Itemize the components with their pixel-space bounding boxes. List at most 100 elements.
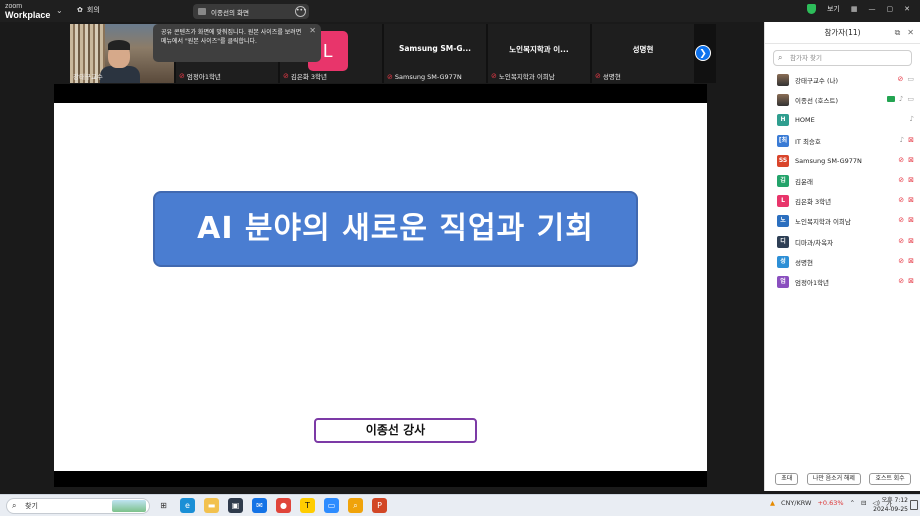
camera-off-icon[interactable]: ⊠ <box>908 216 914 224</box>
avatar: 성 <box>777 255 789 268</box>
powerpoint-icon[interactable]: P <box>372 498 387 513</box>
security-shield-icon[interactable] <box>806 4 816 14</box>
camera-off-icon[interactable]: ⊠ <box>908 156 914 164</box>
meeting-label: 회의 <box>86 6 100 14</box>
participant-list-item[interactable]: SS Samsung SM-G977N ⊘ ⊠ <box>765 151 920 171</box>
participant-name: 김은화 3학년 <box>795 198 832 207</box>
mic-icon[interactable]: ♪ <box>910 115 914 123</box>
close-icon[interactable]: ✕ <box>907 22 914 44</box>
zoom-logo: zoom Workplace <box>5 2 50 20</box>
mail-icon[interactable]: ✉ <box>252 498 267 513</box>
participant-tile[interactable]: 노인복지학과 이... ⊘ 노인복지학과 이희남 <box>488 24 590 83</box>
edge-icon[interactable]: e <box>180 498 195 513</box>
panel-footer: 초대 나만 음소거 해제 호스트 회수 <box>765 473 920 485</box>
maximize-button[interactable]: ▢ <box>887 5 894 13</box>
system-clock[interactable]: 오후 7:12 2024-09-25 <box>873 496 908 514</box>
logo-bottom-text: Workplace <box>5 10 51 20</box>
more-options-icon[interactable]: ••• <box>295 6 307 17</box>
taskbar-search[interactable]: ⌕ 찾기 <box>6 498 150 514</box>
invite-button[interactable]: 초대 <box>775 473 799 485</box>
mic-icon[interactable]: ♪ <box>899 95 903 103</box>
participant-list-item[interactable]: 이종선 (호스트) ♪ ▭ <box>765 90 920 110</box>
close-icon[interactable]: ✕ <box>309 26 316 35</box>
participant-list-item[interactable]: 엄 엄정아1학년 ⊘ ⊠ <box>765 272 920 292</box>
mic-muted-icon: ⊘ <box>595 72 601 80</box>
person-hair <box>108 40 130 50</box>
screen-share-pill[interactable]: 이종선의 화면 ••• <box>193 4 309 19</box>
participant-name: ⊘ 노인복지학과 이희남 <box>491 71 555 81</box>
camera-off-icon[interactable]: ⊠ <box>908 277 914 285</box>
camera-icon[interactable]: ▭ <box>907 75 914 83</box>
popout-icon[interactable]: ⧉ <box>895 22 901 44</box>
avatar: 엄 <box>777 275 789 288</box>
participant-list-item[interactable]: 강태구교수 (나) ⊘ ▭ <box>765 70 920 90</box>
file-explorer-icon[interactable]: ▬ <box>204 498 219 513</box>
search-app-icon[interactable]: ⌕ <box>348 498 363 513</box>
participant-list-item[interactable]: [최 IT 최승호 ♪ ⊠ <box>765 131 920 151</box>
mic-muted-icon[interactable]: ⊘ <box>898 196 904 204</box>
zoom-app-icon[interactable]: ▭ <box>324 498 339 513</box>
mic-muted-icon[interactable]: ⊘ <box>898 176 904 184</box>
avatar <box>777 74 789 87</box>
chevron-down-icon[interactable]: ⌄ <box>56 6 63 15</box>
mic-muted-icon[interactable]: ⊘ <box>898 277 904 285</box>
clock-time: 오후 7:12 <box>881 497 908 504</box>
participant-list-item[interactable]: 노 노인복지학과 이희남 ⊘ ⊠ <box>765 211 920 231</box>
participant-tile[interactable]: Samsung SM-G... ⊘ Samsung SM-G977N <box>384 24 486 83</box>
participant-search-input[interactable]: ⌕ 참가자 찾기 <box>773 50 912 66</box>
kakaotalk-icon[interactable]: T <box>300 498 315 513</box>
network-icon[interactable]: ⊟ <box>861 499 866 507</box>
participant-list-item[interactable]: 김 김윤래 ⊘ ⊠ <box>765 171 920 191</box>
avatar: 노 <box>777 215 789 228</box>
chrome-icon[interactable]: ● <box>276 498 291 513</box>
unmute-me-button[interactable]: 나만 음소거 해제 <box>806 473 861 485</box>
mic-muted-icon[interactable]: ⊘ <box>898 216 904 224</box>
participant-status-icons: ⊘ ▭ <box>898 75 915 83</box>
mic-muted-icon[interactable]: ⊘ <box>898 156 904 164</box>
camera-off-icon[interactable]: ⊠ <box>908 136 914 144</box>
camera-off-icon[interactable]: ⊠ <box>908 196 914 204</box>
camera-off-icon[interactable]: ⊠ <box>908 257 914 265</box>
mic-muted-icon: ⊘ <box>491 72 497 80</box>
avatar: H <box>777 114 789 127</box>
window-controls: 보기 ▦ — ▢ ✕ <box>806 4 910 14</box>
chevron-up-icon[interactable]: ⌃ <box>850 499 855 507</box>
fit-to-window-toast: 공유 콘텐츠가 화면에 맞춰집니다. 원본 사이즈를 보려면 메뉴에서 "원본 … <box>153 24 321 62</box>
participant-tile[interactable]: 성명현 ⊘ 성명현 <box>592 24 694 83</box>
notification-icon[interactable] <box>910 500 918 510</box>
participant-list-item[interactable]: L 김은화 3학년 ⊘ ⊠ <box>765 191 920 211</box>
meeting-info-button[interactable]: ✿ 회의 <box>77 5 100 15</box>
participant-list-item[interactable]: 디 디마과/차옥자 ⊘ ⊠ <box>765 232 920 252</box>
reclaim-host-button[interactable]: 호스트 회수 <box>869 473 911 485</box>
tile-name-text: 성명현 <box>602 73 621 81</box>
participant-list-item[interactable]: 성 성명현 ⊘ ⊠ <box>765 252 920 272</box>
panel-header-icons: ⧉ ✕ <box>895 22 914 44</box>
avatar <box>777 94 789 107</box>
view-button[interactable]: 보기 <box>827 4 840 14</box>
participant-status-icons: ♪ ⊠ <box>900 136 914 144</box>
camera-icon[interactable]: ▭ <box>907 95 914 103</box>
mic-icon[interactable]: ♪ <box>900 136 904 144</box>
participant-list-item[interactable]: H HOME ♪ <box>765 110 920 130</box>
mic-muted-icon[interactable]: ⊘ <box>898 237 904 245</box>
task-view-icon[interactable]: ⊞ <box>156 498 171 513</box>
next-page-button[interactable]: ❯ <box>695 45 711 61</box>
mic-muted-icon[interactable]: ⊘ <box>898 257 904 265</box>
grid-icon[interactable]: ▦ <box>851 5 858 13</box>
slide-lecturer: 이종선 강사 <box>314 418 477 443</box>
mic-muted-icon[interactable]: ⊘ <box>898 75 904 83</box>
windows-taskbar: ⌕ 찾기 ⊞ e ▬ ▣ ✉ ● T ▭ ⌕ P ▲ CNY/KRW +0.63… <box>0 494 920 516</box>
avatar: 김 <box>777 175 789 188</box>
avatar: [최 <box>777 134 789 147</box>
clock-date: 2024-09-25 <box>873 506 908 513</box>
mic-muted-icon: ⊘ <box>283 72 289 80</box>
close-button[interactable]: ✕ <box>904 5 910 13</box>
top-bar: zoom Workplace ⌄ ✿ 회의 이종선의 화면 ••• 보기 ▦ —… <box>0 0 920 22</box>
mic-muted-icon: ⊘ <box>387 73 393 81</box>
store-icon[interactable]: ▣ <box>228 498 243 513</box>
camera-off-icon[interactable]: ⊠ <box>908 237 914 245</box>
camera-off-icon[interactable]: ⊠ <box>908 176 914 184</box>
minimize-button[interactable]: — <box>869 5 876 13</box>
share-user-icon <box>198 8 206 15</box>
tile-display-name: 노인복지학과 이... <box>509 45 569 54</box>
